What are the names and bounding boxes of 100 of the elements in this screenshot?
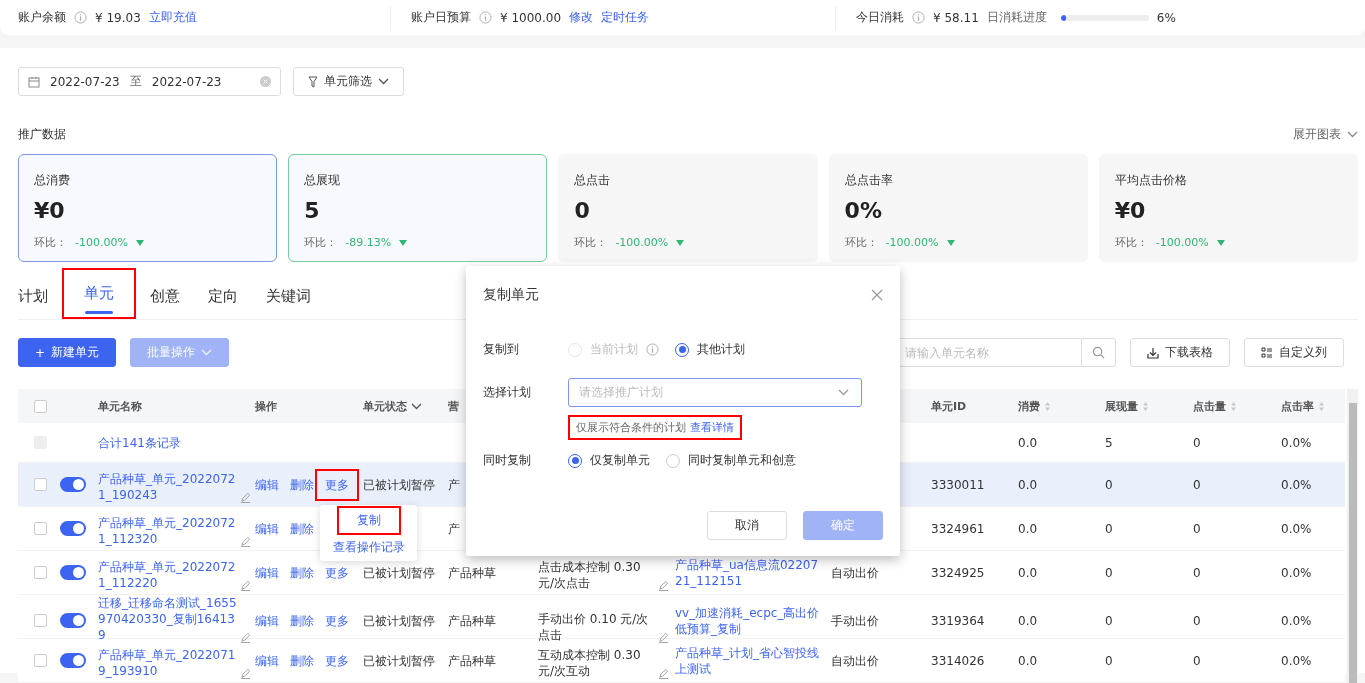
tab[interactable]: 创意	[136, 274, 194, 319]
checkbox[interactable]	[34, 654, 47, 667]
stat-card[interactable]: 总点击 0 环比： -100.00%	[558, 154, 818, 262]
action-link[interactable]: 删除	[290, 564, 314, 581]
search-button[interactable]	[1082, 338, 1116, 367]
pencil-icon[interactable]	[240, 492, 251, 503]
plan-link[interactable]: 产品种草_计划_省心智投线上测试	[675, 644, 823, 677]
card-label: 总点击	[574, 172, 612, 189]
checkbox[interactable]	[34, 522, 47, 535]
pencil-icon[interactable]	[658, 580, 669, 591]
change-label: 环比：	[574, 235, 608, 250]
change-label: 环比：	[1114, 235, 1148, 250]
action-link[interactable]: 删除	[290, 612, 314, 629]
cancel-button[interactable]: 取消	[707, 511, 787, 540]
link[interactable]: 定时任务	[601, 9, 650, 26]
stat-label: 今日消耗	[856, 9, 904, 26]
stat-card[interactable]: 总消费 ¥0 环比： -100.00%	[18, 154, 278, 262]
radio-option[interactable]: 同时复制单元和创意	[666, 452, 796, 469]
radio-option[interactable]: 其他计划	[675, 341, 745, 358]
toggle-switch[interactable]	[60, 521, 86, 536]
expand-chart-link[interactable]: 展开图表	[1293, 125, 1358, 143]
filter-chevron-icon	[411, 402, 422, 410]
stat-value: ¥ 1000.00	[500, 10, 562, 25]
action-link[interactable]: 删除	[290, 520, 314, 537]
action-link[interactable]: 编辑	[255, 476, 279, 493]
chevron-down-icon	[201, 349, 213, 356]
toggle-switch[interactable]	[60, 477, 86, 492]
menu-item[interactable]: 查看操作记录	[326, 537, 411, 558]
tab[interactable]: 定向	[194, 274, 252, 319]
table-cell: 产品种草	[448, 652, 496, 669]
action-link[interactable]: 删除	[290, 652, 314, 669]
action-link[interactable]: 编辑	[255, 564, 279, 581]
action-link[interactable]: 编辑	[255, 520, 279, 537]
table-cell: 0.0%	[1281, 434, 1312, 451]
pencil-icon[interactable]	[658, 632, 669, 643]
plan-link[interactable]: vv_加速消耗_ecpc_高出价低预算_复制	[675, 604, 823, 637]
calendar-icon	[28, 75, 40, 88]
stat-card[interactable]: 平均点击价格 ¥0 环比： -100.00%	[1098, 154, 1358, 262]
stat-value: ¥ 58.11	[933, 10, 979, 25]
total-records-link[interactable]: 合计141条记录	[98, 434, 181, 451]
unit-name-link[interactable]: 迁移_迁移命名测试_1655970420330_复制164139	[98, 595, 238, 643]
column-header[interactable]: 点击量	[1193, 398, 1237, 414]
tab[interactable]: 关键词	[252, 274, 325, 319]
stat-card[interactable]: 总展现 5 环比： -89.13%	[288, 154, 548, 262]
info-icon	[912, 11, 925, 24]
info-icon	[646, 343, 659, 356]
unit-name-link[interactable]: 产品种草_单元_20220721_112320	[98, 515, 238, 547]
down-triangle-icon	[946, 239, 955, 246]
date-range-picker[interactable]: 2022-07-23 至 2022-07-23	[18, 67, 281, 96]
action-link[interactable]: 更多	[325, 564, 349, 581]
action-link[interactable]: 更多	[325, 652, 349, 669]
sort-icon[interactable]	[1230, 400, 1237, 412]
pencil-icon[interactable]	[240, 536, 251, 547]
details-link[interactable]: 查看详情	[689, 421, 734, 434]
new-unit-button[interactable]: + 新建单元	[18, 338, 117, 367]
unit-name-link[interactable]: 产品种草_单元_20220721_190243	[98, 471, 238, 503]
pencil-icon[interactable]	[658, 668, 669, 679]
clear-icon[interactable]	[260, 76, 271, 87]
unit-name-link[interactable]: 产品种草_单元_20220721_112220	[98, 559, 238, 591]
toggle-switch[interactable]	[60, 565, 86, 580]
unit-filter-button[interactable]: 单元筛选	[293, 67, 404, 96]
form-label: 复制到	[483, 341, 520, 358]
action-link[interactable]: 编辑	[255, 612, 279, 629]
table-cell: 3330011	[931, 476, 985, 493]
action-link[interactable]: 更多	[315, 468, 359, 501]
pencil-icon[interactable]	[240, 580, 251, 591]
custom-columns-button[interactable]: 自定义列	[1244, 338, 1344, 367]
toggle-switch[interactable]	[60, 613, 86, 628]
table-cell: 3314026	[931, 652, 985, 669]
scrollbar[interactable]	[1347, 389, 1358, 683]
link[interactable]: 立即充值	[148, 9, 197, 26]
sort-icon[interactable]	[1318, 400, 1325, 412]
checkbox[interactable]	[34, 478, 47, 491]
menu-item[interactable]: 复制	[336, 506, 401, 535]
table-cell: 产品种草	[448, 612, 496, 629]
change-label: 环比：	[304, 235, 338, 250]
action-link[interactable]: 删除	[290, 476, 314, 493]
sort-icon[interactable]	[1044, 400, 1051, 412]
tab[interactable]: 计划	[18, 274, 62, 319]
unit-name-link[interactable]: 产品种草_单元_20220719_193910	[98, 647, 238, 679]
link[interactable]: 修改	[569, 9, 594, 26]
pencil-icon[interactable]	[240, 668, 251, 679]
checkbox[interactable]	[34, 399, 47, 413]
stat-card[interactable]: 总点击率 0% 环比： -100.00%	[828, 154, 1088, 262]
checkbox[interactable]	[34, 566, 47, 579]
pencil-icon[interactable]	[240, 632, 251, 643]
checkbox[interactable]	[34, 614, 47, 627]
column-header[interactable]: 展现量	[1105, 398, 1149, 414]
sort-icon[interactable]	[1142, 400, 1149, 412]
action-link[interactable]: 编辑	[255, 652, 279, 669]
column-header[interactable]: 单元状态	[363, 398, 422, 414]
radio-option[interactable]: 仅复制单元	[568, 452, 650, 469]
plan-link[interactable]: 产品种草_ua信息流0220721_112151	[675, 556, 823, 589]
close-icon[interactable]	[871, 289, 883, 301]
toggle-switch[interactable]	[60, 653, 86, 668]
column-header[interactable]: 消费	[1018, 398, 1051, 414]
column-header[interactable]: 点击率	[1281, 398, 1325, 414]
download-button[interactable]: 下载表格	[1130, 338, 1230, 367]
action-link[interactable]: 更多	[325, 612, 349, 629]
tab[interactable]: 单元	[62, 268, 136, 319]
